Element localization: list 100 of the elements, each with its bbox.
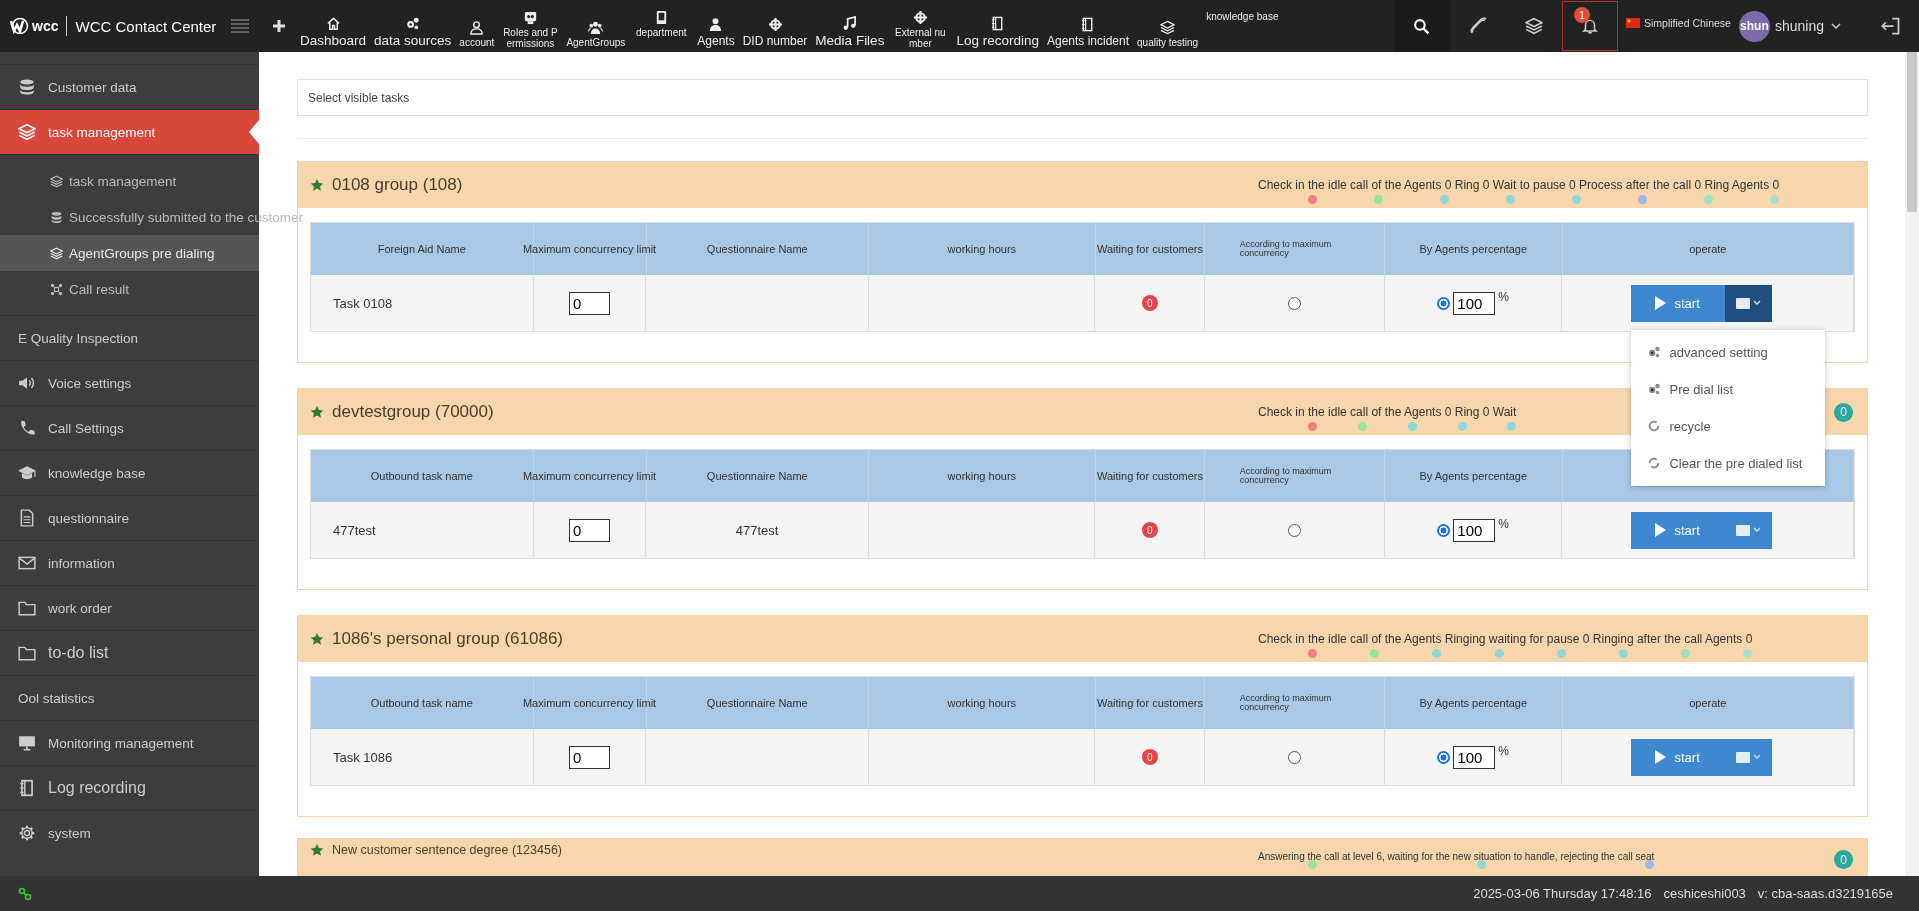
caret-icon [1753,300,1762,306]
dropdown-toggle-button[interactable] [1725,511,1773,549]
network-icon [50,282,63,296]
nav-item[interactable]: Dashboard [296,0,371,52]
column-header: Questionnaire Name [706,243,808,255]
search-button[interactable] [1394,0,1450,52]
sidebar-item[interactable]: information [0,540,259,585]
nav-item[interactable]: knowledge base [1202,0,1283,52]
sidebar-item[interactable]: task management [0,109,259,154]
group-status-text: Answering the call at level 6, waiting for the new situation to handle, rejecting the call seat [1258,851,1655,862]
radio-button[interactable] [1437,750,1451,764]
radio-button[interactable] [1437,296,1451,310]
sidebar-item[interactable]: work order [0,585,259,630]
user-menu[interactable]: shuning [1769,0,1863,52]
count-badge: 0 [1834,850,1853,869]
nav-item[interactable]: quality testing [1133,0,1203,52]
version-text: v: cba-saas.d3219165e [1757,886,1893,901]
nav-item[interactable]: Agents [693,0,739,52]
concurrency-field[interactable]: 0 [568,518,610,542]
group-status-text: Check in the idle call of the Agents Ringing waiting for pause 0 Ringing after the call Agents 0 [1258,632,1753,646]
sidebar-item[interactable]: Voice settings [0,360,259,405]
layers-icon [50,174,63,188]
menu-button[interactable] [230,18,251,34]
radio-button[interactable] [1437,523,1451,537]
crosshair-icon [767,17,783,33]
task-name: 477test [333,522,376,538]
logout-icon [1881,16,1901,36]
nav-item[interactable]: External number [888,0,953,52]
sidebar-item[interactable]: to-do list [0,630,259,675]
column-header: Maximum concurrency limit [522,243,657,255]
image-icon [1736,751,1751,763]
nav-item[interactable]: account [455,0,499,52]
menu-item[interactable]: Pre dial list [1631,370,1826,408]
radio-button[interactable] [1288,523,1301,537]
sidebar-item[interactable]: questionnaire [0,495,259,540]
concurrency-field[interactable]: 0 [568,745,610,769]
user-name: ceshiceshi003 [1663,886,1746,901]
sidebar-item[interactable]: system [0,810,259,855]
menu-item[interactable]: Clear the pre dialed list [1631,444,1826,482]
column-header: Maximum concurrency limit [522,697,657,709]
language-selector[interactable]: Simplified Chinese [1618,17,1739,29]
sidebar-item[interactable]: knowledge base [0,450,259,495]
group-title: 0108 group (108) [332,175,463,195]
crosshair-icon [912,10,928,25]
column-header: Outbound task name [370,470,473,482]
nav-item[interactable]: department [629,0,694,52]
logo[interactable]: wcc [10,18,59,34]
column-header: By Agents percentage [1419,470,1528,482]
percentage-field[interactable]: 100 [1453,291,1496,315]
star-icon [310,632,324,646]
notification-button[interactable]: 1 [1562,1,1618,51]
percentage-field[interactable]: 100 [1453,518,1496,542]
nav-item[interactable]: Agents incident [1042,0,1133,52]
submenu-item[interactable]: task management [0,163,259,199]
refresh-icon [1647,456,1662,470]
settings-icon [18,824,36,842]
avatar[interactable]: shun [1738,10,1770,42]
waiting-count-badge: 0 [1141,749,1158,765]
waiting-count-badge: 0 [1141,522,1158,538]
nav-item[interactable]: Log recording [952,0,1043,52]
submenu-item[interactable]: Call result [0,271,259,307]
menu-item[interactable]: advanced setting [1631,333,1826,371]
task-filter-field[interactable]: Select visible tasks [297,79,1868,116]
nav-item[interactable]: data sources [370,0,456,52]
start-button[interactable]: start [1631,511,1726,549]
concurrency-field[interactable]: 0 [568,291,610,315]
sidebar-item[interactable]: Call Settings [0,405,259,450]
music-note-icon [842,15,858,31]
nav-item[interactable]: Roles and Permissions [498,0,563,52]
logo-mark-icon [10,18,30,34]
submenu-item[interactable]: AgentGroups pre dialing [0,235,259,271]
start-button[interactable]: start [1631,738,1726,776]
start-button[interactable]: start [1631,284,1726,322]
add-button[interactable] [272,19,287,33]
task-name: Task 0108 [333,295,393,311]
sidebar-item[interactable]: Monitoring management [0,720,259,765]
dropdown-toggle-button[interactable] [1725,284,1773,322]
handset-icon [1468,16,1488,36]
sidebar-item[interactable]: Log recording [0,765,259,810]
layers-icon [1525,17,1543,35]
nav-item[interactable]: Media Files [811,0,889,52]
menu-item[interactable]: recycle [1631,407,1826,445]
gears-icon [1647,345,1662,359]
app-title: WCC Contact Center [75,17,217,35]
nav-item[interactable]: AgentGroups [562,0,630,52]
percentage-field[interactable]: 100 [1453,745,1496,769]
column-header: By Agents percentage [1419,243,1528,255]
radio-button[interactable] [1288,296,1301,310]
column-header: Questionnaire Name [706,470,808,482]
scrollbar-thumb[interactable] [1907,52,1917,212]
group-title: 1086's personal group (61086) [332,629,564,649]
column-header: Waiting for customers [1097,243,1203,255]
column-header: operate [1689,243,1727,255]
caret-icon [1753,754,1762,760]
dropdown-toggle-button[interactable] [1725,738,1773,776]
sidebar-item[interactable]: E Quality Inspection [0,315,259,360]
radio-button[interactable] [1288,750,1301,764]
sidebar-item[interactable]: Ool statistics [0,675,259,720]
nav-item[interactable]: DID number [738,0,812,52]
scrollbar[interactable] [1905,52,1919,876]
